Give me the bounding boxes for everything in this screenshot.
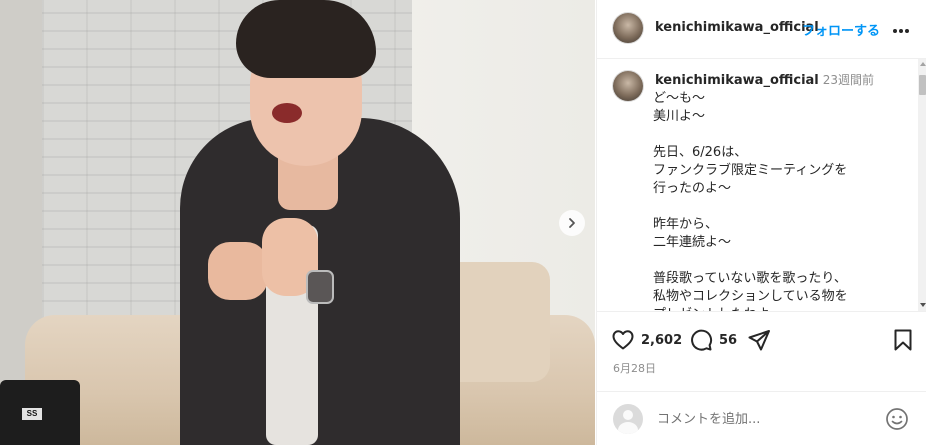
share-button[interactable] [747,328,771,352]
photo-wristwatch [306,270,334,304]
caption-line [653,126,908,144]
more-icon [893,28,897,33]
post-date[interactable]: 6月28日 [613,360,656,376]
current-user-avatar [613,404,643,434]
caption-area: kenichimikawa_official 23週間前 ど〜も〜美川よ〜先日、6… [597,59,926,311]
chevron-right-icon [569,218,575,228]
like-count[interactable]: 2,602 [641,333,682,348]
comment-bar [597,391,926,446]
post-photo[interactable]: SS [0,0,595,445]
like-button[interactable]: 2,602 [611,328,682,352]
photo-person-hand-left [208,242,268,300]
scroll-thumb[interactable] [919,75,926,95]
caption-line [653,252,908,270]
avatar-head [623,410,633,420]
caption-line: 二年連続よ〜 [653,235,732,250]
caption-line [653,198,908,216]
scroll-down-arrow[interactable] [920,303,926,307]
share-icon [748,330,770,351]
comment-button[interactable]: 56 [689,328,737,352]
post-side-panel: kenichimikawa_official フォローする kenichimik… [596,0,926,445]
caption-timestamp[interactable]: 23週間前 [823,73,874,87]
scroll-up-arrow[interactable] [920,62,926,66]
emoji-button[interactable] [885,407,909,435]
caption-scrollbar[interactable] [918,59,926,311]
action-bar: 2,602 56 6月28日 [597,311,926,392]
photo-person-mouth [272,103,302,123]
caption-author-avatar[interactable] [613,71,643,101]
follow-button[interactable]: フォローする [802,20,880,39]
caption-line: 普段歌っていない歌を歌ったり、 [653,271,847,286]
photo-equipment-label: SS [22,408,42,420]
caption-line: ど〜も〜 [653,91,706,106]
emoji-icon [886,408,908,430]
caption-line: 先日、6/26は、 [653,145,748,160]
caption-line: 私物やコレクションしている物を [653,289,848,304]
more-icon-dot [899,28,903,33]
post-header: kenichimikawa_official フォローする [597,0,926,59]
caption-username[interactable]: kenichimikawa_official [655,73,819,88]
bookmark-icon [894,329,912,351]
caption-text: ど〜も〜美川よ〜先日、6/26は、ファンクラブ限定ミーティングを 行ったのよ〜 昨年… [653,90,908,311]
next-image-button[interactable] [559,210,585,236]
more-options-button[interactable] [893,20,913,34]
caption-line: 行ったのよ〜 [653,181,732,196]
heart-icon [612,330,634,350]
comment-icon [691,329,713,351]
avatar-body [618,422,638,434]
author-avatar[interactable] [613,13,643,43]
more-icon-dot [905,28,909,33]
save-button[interactable] [891,328,915,352]
caption-line: 昨年から、 [653,217,719,232]
caption-header: kenichimikawa_official 23週間前 [655,71,874,88]
comment-count[interactable]: 56 [719,333,737,348]
photo-person-hair [236,0,376,78]
caption-line: ファンクラブ限定ミーティングを [653,163,848,178]
author-username[interactable]: kenichimikawa_official [655,20,819,35]
caption-line: 美川よ〜 [653,109,706,124]
comment-input[interactable] [657,408,867,430]
